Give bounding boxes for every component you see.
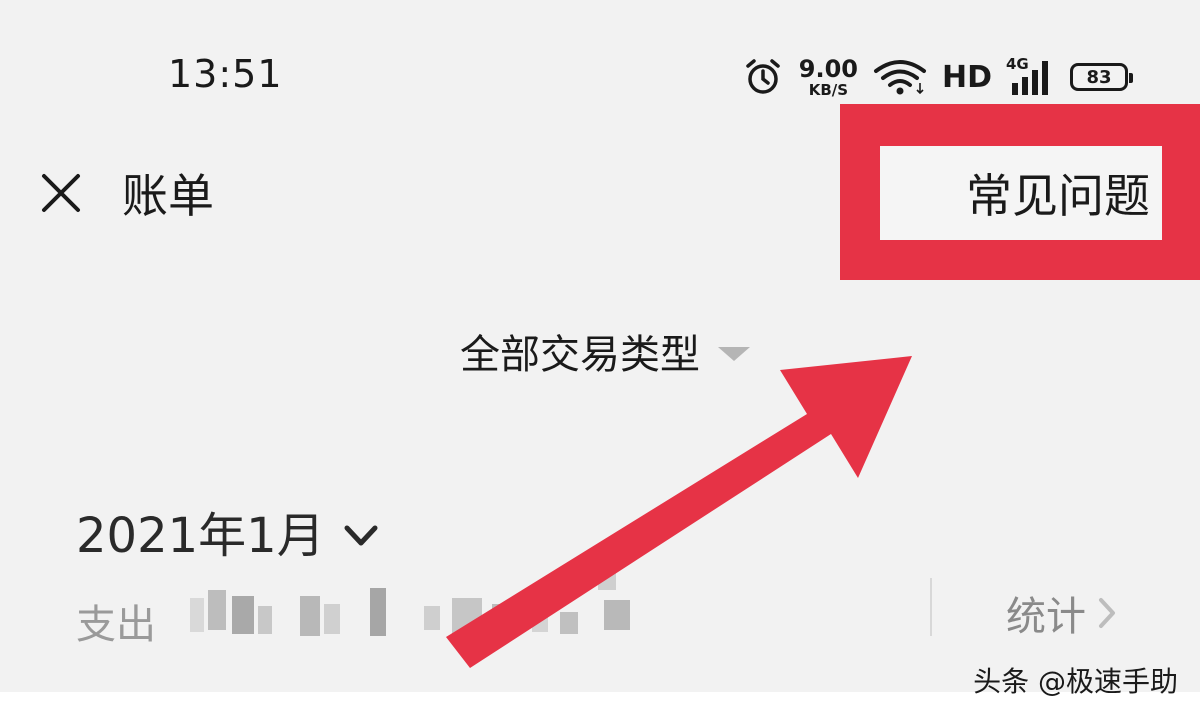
chevron-down-icon: [344, 525, 378, 546]
wifi-icon: [873, 60, 926, 95]
month-label: 2021年1月: [76, 508, 325, 564]
transaction-type-filter[interactable]: 全部交易类型: [460, 322, 750, 380]
battery-icon: 83: [1070, 63, 1133, 91]
stats-label: 统计: [1006, 594, 1086, 640]
hd-label: HD: [941, 59, 992, 95]
faq-button[interactable]: 常见问题: [966, 160, 1150, 226]
net-speed: 9.00 KB/S: [799, 57, 858, 98]
net-speed-value: 9.00: [798, 54, 858, 83]
month-selector[interactable]: 2021年1月: [76, 496, 379, 566]
filter-label: 全部交易类型: [460, 332, 700, 378]
page-title: 账单: [122, 169, 214, 223]
expense-label: 支出: [76, 602, 156, 648]
battery-level: 83: [1086, 66, 1112, 88]
stats-button[interactable]: 统计: [1006, 584, 1118, 642]
close-icon[interactable]: [40, 172, 82, 214]
status-time: 13:51: [168, 52, 283, 96]
vertical-divider: [930, 578, 932, 636]
alarm-icon: [746, 59, 780, 94]
chevron-right-icon: [1099, 598, 1115, 628]
watermark: 头条 @极速手助: [973, 665, 1178, 698]
signal-icon: 4G: [1006, 55, 1056, 97]
net-speed-unit: KB/S: [808, 80, 849, 99]
status-icons: 9.00 KB/S HD 4G 83: [743, 52, 1133, 102]
triangle-down-icon: [718, 347, 750, 361]
